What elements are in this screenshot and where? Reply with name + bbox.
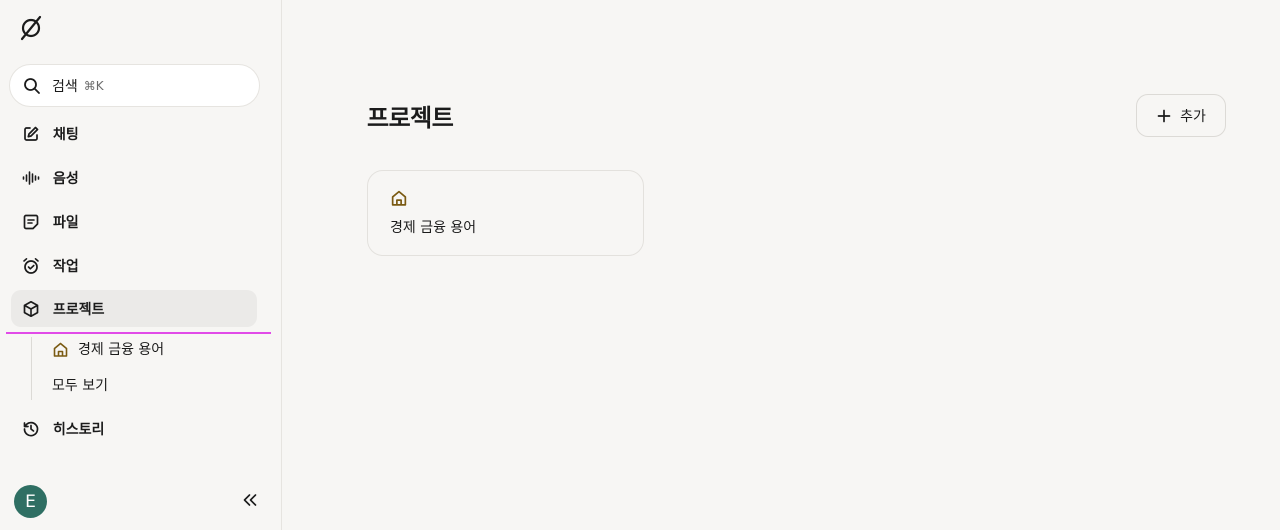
sidebar-item-label: 파일 <box>53 214 79 231</box>
add-project-button[interactable]: 추가 <box>1136 94 1226 137</box>
sidebar: 검색 ⌘K 채팅 음성 파일 작업 프로젝트 경제 금융 용어 모두 보기 히스… <box>0 0 282 530</box>
box-icon <box>22 300 40 318</box>
search-button[interactable]: 검색 ⌘K <box>9 64 260 107</box>
file-icon <box>22 213 40 231</box>
sidebar-item-label: 프로젝트 <box>53 301 105 318</box>
add-button-label: 추가 <box>1180 108 1206 125</box>
sidebar-item-history[interactable]: 히스토리 <box>11 410 257 447</box>
sidebar-item-chat[interactable]: 채팅 <box>11 115 257 152</box>
search-icon <box>23 77 41 95</box>
sidebar-subitem-project[interactable]: 경제 금융 용어 <box>52 336 164 362</box>
avatar-initial: E <box>25 491 36 512</box>
sidebar-item-projects[interactable]: 프로젝트 <box>11 290 257 327</box>
sidebar-item-label: 작업 <box>53 258 79 275</box>
search-label: 검색 <box>52 78 78 95</box>
sidebar-item-voice[interactable]: 음성 <box>11 159 257 196</box>
sidebar-item-label: 채팅 <box>53 126 79 143</box>
double-chevron-left-icon <box>242 492 258 512</box>
waveform-icon <box>22 169 40 187</box>
avatar[interactable]: E <box>14 485 47 518</box>
collapse-sidebar-button[interactable] <box>240 492 260 512</box>
history-icon <box>22 420 40 438</box>
app-window: 검색 ⌘K 채팅 음성 파일 작업 프로젝트 경제 금융 용어 모두 보기 히스… <box>0 0 1280 530</box>
alarm-icon <box>22 257 40 275</box>
sidebar-subitem-label: 경제 금융 용어 <box>78 342 165 358</box>
sidebar-subitem-view-all[interactable]: 모두 보기 <box>52 372 108 398</box>
sidebar-item-files[interactable]: 파일 <box>11 203 257 240</box>
project-name: 경제 금융 용어 <box>390 220 477 236</box>
sidebar-item-label: 음성 <box>53 170 79 187</box>
logo-icon[interactable] <box>17 14 45 42</box>
sidebar-subitem-label: 모두 보기 <box>52 378 108 394</box>
plus-icon <box>1156 108 1172 124</box>
page-title: 프로젝트 <box>367 104 454 132</box>
sidebar-item-tasks[interactable]: 작업 <box>11 247 257 284</box>
project-card[interactable]: 경제 금융 용어 <box>367 170 644 256</box>
search-shortcut: ⌘K <box>83 78 104 93</box>
sidebar-item-label: 히스토리 <box>53 421 105 438</box>
home-icon <box>52 341 69 358</box>
edit-icon <box>22 125 40 143</box>
home-icon <box>390 189 408 207</box>
submenu-rail <box>31 337 32 400</box>
highlight-underline <box>6 332 271 334</box>
